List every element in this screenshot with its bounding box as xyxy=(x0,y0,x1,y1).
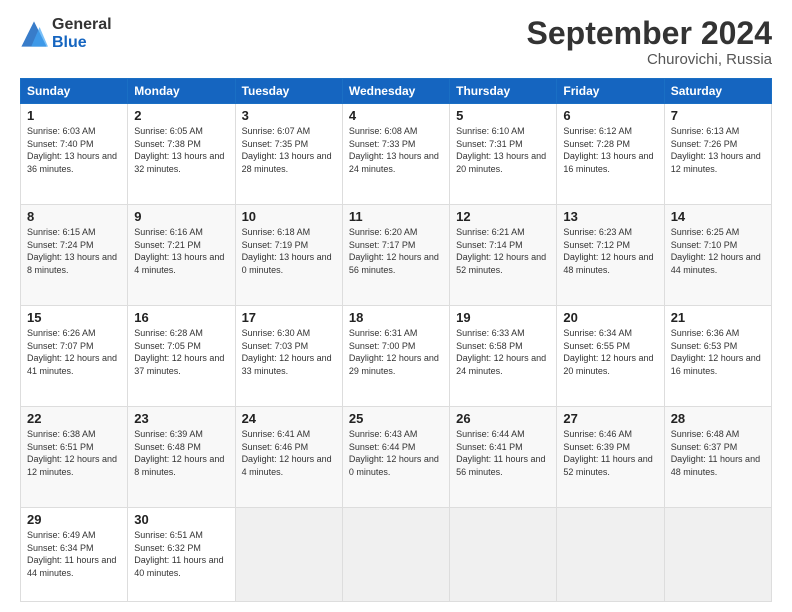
cell-19: 19 Sunrise: 6:33 AMSunset: 6:58 PMDaylig… xyxy=(450,306,557,407)
cell-24: 24 Sunrise: 6:41 AMSunset: 6:46 PMDaylig… xyxy=(235,407,342,508)
table-row: 22 Sunrise: 6:38 AMSunset: 6:51 PMDaylig… xyxy=(21,407,772,508)
cell-empty-4 xyxy=(557,507,664,601)
calendar-table: Sunday Monday Tuesday Wednesday Thursday… xyxy=(20,78,772,602)
cell-18: 18 Sunrise: 6:31 AMSunset: 7:00 PMDaylig… xyxy=(342,306,449,407)
cell-13: 13 Sunrise: 6:23 AMSunset: 7:12 PMDaylig… xyxy=(557,205,664,306)
cell-2: 2 Sunrise: 6:05 AMSunset: 7:38 PMDayligh… xyxy=(128,104,235,205)
cell-1: 1 Sunrise: 6:03 AMSunset: 7:40 PMDayligh… xyxy=(21,104,128,205)
cell-16: 16 Sunrise: 6:28 AMSunset: 7:05 PMDaylig… xyxy=(128,306,235,407)
cell-6: 6 Sunrise: 6:12 AMSunset: 7:28 PMDayligh… xyxy=(557,104,664,205)
table-row: 1 Sunrise: 6:03 AMSunset: 7:40 PMDayligh… xyxy=(21,104,772,205)
cell-21: 21 Sunrise: 6:36 AMSunset: 6:53 PMDaylig… xyxy=(664,306,771,407)
cell-15: 15 Sunrise: 6:26 AMSunset: 7:07 PMDaylig… xyxy=(21,306,128,407)
cell-11: 11 Sunrise: 6:20 AMSunset: 7:17 PMDaylig… xyxy=(342,205,449,306)
cell-5: 5 Sunrise: 6:10 AMSunset: 7:31 PMDayligh… xyxy=(450,104,557,205)
cell-20: 20 Sunrise: 6:34 AMSunset: 6:55 PMDaylig… xyxy=(557,306,664,407)
table-row: 8 Sunrise: 6:15 AMSunset: 7:24 PMDayligh… xyxy=(21,205,772,306)
subtitle: Churovichi, Russia xyxy=(527,51,772,68)
cell-25: 25 Sunrise: 6:43 AMSunset: 6:44 PMDaylig… xyxy=(342,407,449,508)
logo-text: General Blue xyxy=(52,16,112,52)
col-saturday: Saturday xyxy=(664,79,771,104)
col-monday: Monday xyxy=(128,79,235,104)
cell-3: 3 Sunrise: 6:07 AMSunset: 7:35 PMDayligh… xyxy=(235,104,342,205)
table-row: 29 Sunrise: 6:49 AMSunset: 6:34 PMDaylig… xyxy=(21,507,772,601)
cell-empty-3 xyxy=(450,507,557,601)
col-thursday: Thursday xyxy=(450,79,557,104)
main-title: September 2024 xyxy=(527,16,772,51)
cell-28: 28 Sunrise: 6:48 AMSunset: 6:37 PMDaylig… xyxy=(664,407,771,508)
cell-30: 30 Sunrise: 6:51 AMSunset: 6:32 PMDaylig… xyxy=(128,507,235,601)
cell-empty-2 xyxy=(342,507,449,601)
cell-8: 8 Sunrise: 6:15 AMSunset: 7:24 PMDayligh… xyxy=(21,205,128,306)
cell-23: 23 Sunrise: 6:39 AMSunset: 6:48 PMDaylig… xyxy=(128,407,235,508)
cell-7: 7 Sunrise: 6:13 AMSunset: 7:26 PMDayligh… xyxy=(664,104,771,205)
col-tuesday: Tuesday xyxy=(235,79,342,104)
logo: General Blue xyxy=(20,16,112,52)
header: General Blue September 2024 Churovichi, … xyxy=(20,16,772,68)
calendar-header-row: Sunday Monday Tuesday Wednesday Thursday… xyxy=(21,79,772,104)
cell-26: 26 Sunrise: 6:44 AMSunset: 6:41 PMDaylig… xyxy=(450,407,557,508)
cell-17: 17 Sunrise: 6:30 AMSunset: 7:03 PMDaylig… xyxy=(235,306,342,407)
col-wednesday: Wednesday xyxy=(342,79,449,104)
col-sunday: Sunday xyxy=(21,79,128,104)
title-block: September 2024 Churovichi, Russia xyxy=(527,16,772,68)
page: General Blue September 2024 Churovichi, … xyxy=(0,0,792,612)
table-row: 15 Sunrise: 6:26 AMSunset: 7:07 PMDaylig… xyxy=(21,306,772,407)
cell-4: 4 Sunrise: 6:08 AMSunset: 7:33 PMDayligh… xyxy=(342,104,449,205)
logo-icon xyxy=(20,20,48,48)
cell-14: 14 Sunrise: 6:25 AMSunset: 7:10 PMDaylig… xyxy=(664,205,771,306)
cell-29: 29 Sunrise: 6:49 AMSunset: 6:34 PMDaylig… xyxy=(21,507,128,601)
cell-12: 12 Sunrise: 6:21 AMSunset: 7:14 PMDaylig… xyxy=(450,205,557,306)
cell-empty-5 xyxy=(664,507,771,601)
cell-10: 10 Sunrise: 6:18 AMSunset: 7:19 PMDaylig… xyxy=(235,205,342,306)
cell-27: 27 Sunrise: 6:46 AMSunset: 6:39 PMDaylig… xyxy=(557,407,664,508)
cell-22: 22 Sunrise: 6:38 AMSunset: 6:51 PMDaylig… xyxy=(21,407,128,508)
col-friday: Friday xyxy=(557,79,664,104)
cell-empty-1 xyxy=(235,507,342,601)
cell-9: 9 Sunrise: 6:16 AMSunset: 7:21 PMDayligh… xyxy=(128,205,235,306)
